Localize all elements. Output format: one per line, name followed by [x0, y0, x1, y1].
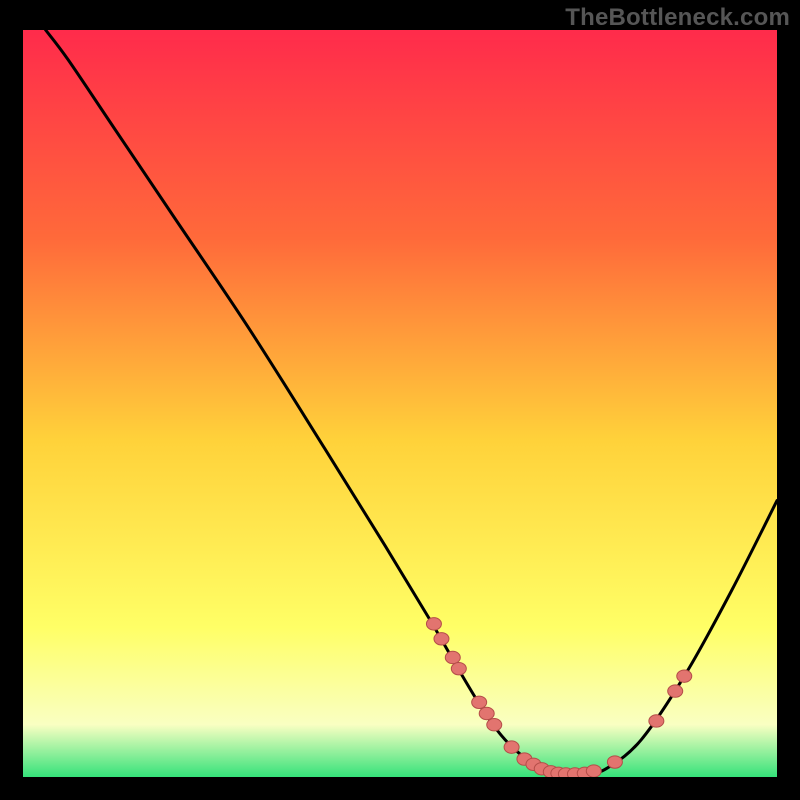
curve-marker: [607, 756, 622, 768]
curve-marker: [434, 633, 449, 645]
curve-marker: [487, 719, 502, 731]
curve-marker: [649, 715, 664, 727]
curve-marker: [426, 618, 441, 630]
curve-marker: [586, 765, 601, 777]
curve-marker: [677, 670, 692, 682]
curve-marker: [445, 651, 460, 663]
chart-frame: TheBottleneck.com: [0, 0, 800, 800]
curve-marker: [472, 696, 487, 708]
attribution-label: TheBottleneck.com: [565, 4, 790, 32]
curve-marker: [504, 741, 519, 753]
curve-marker: [451, 662, 466, 674]
bottleneck-chart: [23, 30, 777, 777]
plot-area: [23, 30, 777, 777]
curve-marker: [668, 685, 683, 697]
curve-marker: [479, 707, 494, 719]
gradient-background: [23, 30, 777, 777]
